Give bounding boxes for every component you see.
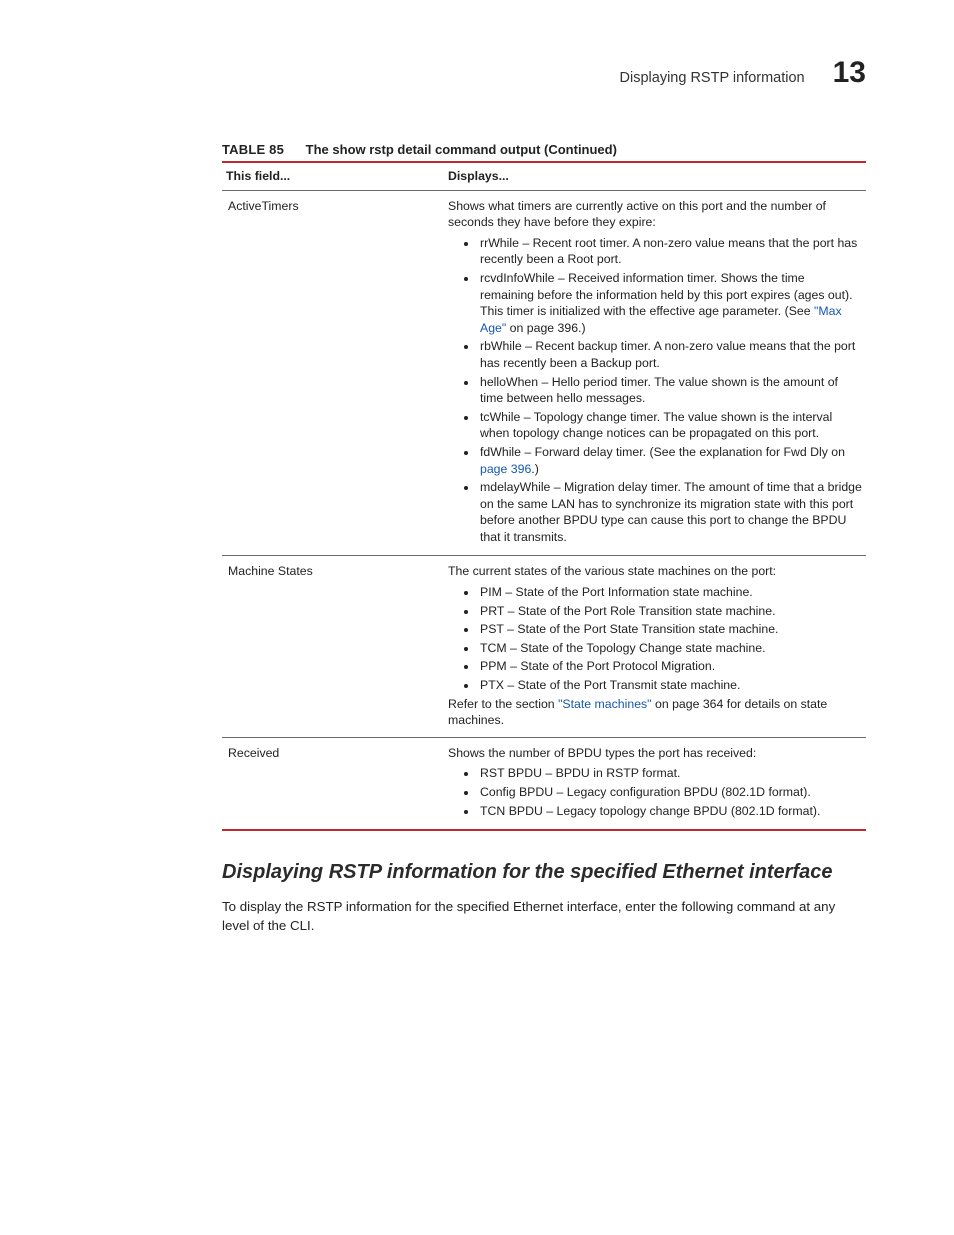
list-item: PRT – State of the Port Role Transition … — [478, 603, 862, 620]
list-item: PTX – State of the Port Transmit state m… — [478, 677, 862, 694]
table-number: TABLE 85 — [222, 142, 284, 157]
text: .) — [531, 462, 539, 476]
table-caption: TABLE 85 The show rstp detail command ou… — [222, 142, 866, 157]
table-row: Machine States The current states of the… — [222, 556, 866, 736]
cell-lead: Shows the number of BPDU types the port … — [448, 745, 862, 762]
list-item: helloWhen – Hello period timer. The valu… — [478, 374, 862, 407]
list-item: fdWhile – Forward delay timer. (See the … — [478, 444, 862, 477]
body-paragraph: To display the RSTP information for the … — [222, 898, 866, 936]
table-header-field: This field... — [222, 163, 444, 190]
cell-lead: The current states of the various state … — [448, 563, 862, 580]
bullet-list: PIM – State of the Port Information stat… — [448, 584, 862, 694]
list-item: rcvdInfoWhile – Received information tim… — [478, 270, 862, 336]
text: on page 396.) — [506, 321, 585, 335]
list-item: TCM – State of the Topology Change state… — [478, 640, 862, 657]
cell-tail: Refer to the section "State machines" on… — [448, 696, 862, 729]
running-header: Displaying RSTP information 13 — [222, 56, 866, 90]
table-bottom-rule — [222, 829, 866, 831]
cell-field: Received — [222, 738, 444, 829]
rstp-detail-table: This field... Displays... ActiveTimers S… — [222, 163, 866, 831]
bullet-list: rrWhile – Recent root timer. A non-zero … — [448, 235, 862, 546]
list-item: rbWhile – Recent backup timer. A non-zer… — [478, 338, 862, 371]
list-item: PST – State of the Port State Transition… — [478, 621, 862, 638]
list-item: tcWhile – Topology change timer. The val… — [478, 409, 862, 442]
list-item: Config BPDU – Legacy configuration BPDU … — [478, 784, 862, 801]
section-heading: Displaying RSTP information for the spec… — [222, 861, 866, 884]
xref-link[interactable]: "State machines" — [558, 697, 652, 711]
cell-lead: Shows what timers are currently active o… — [448, 198, 862, 231]
text: Refer to the section — [448, 697, 558, 711]
list-item: PPM – State of the Port Protocol Migrati… — [478, 658, 862, 675]
table-header-displays: Displays... — [444, 163, 866, 190]
table-header-row: This field... Displays... — [222, 163, 866, 190]
list-item: PIM – State of the Port Information stat… — [478, 584, 862, 601]
cell-displays: Shows the number of BPDU types the port … — [444, 738, 866, 829]
list-item: mdelayWhile – Migration delay timer. The… — [478, 479, 862, 545]
running-header-title: Displaying RSTP information — [620, 70, 805, 86]
table-row: Received Shows the number of BPDU types … — [222, 738, 866, 829]
cell-displays: The current states of the various state … — [444, 556, 866, 736]
list-item: rrWhile – Recent root timer. A non-zero … — [478, 235, 862, 268]
cell-field: Machine States — [222, 556, 444, 736]
text: fdWhile – Forward delay timer. (See the … — [480, 445, 845, 459]
cell-displays: Shows what timers are currently active o… — [444, 191, 866, 556]
list-item: RST BPDU – BPDU in RSTP format. — [478, 765, 862, 782]
running-header-chapter: 13 — [833, 56, 866, 90]
list-item: TCN BPDU – Legacy topology change BPDU (… — [478, 803, 862, 820]
table-row: ActiveTimers Shows what timers are curre… — [222, 191, 866, 556]
text: rcvdInfoWhile – Received information tim… — [480, 271, 853, 318]
table-title: The show rstp detail command output (Con… — [306, 142, 617, 157]
xref-link[interactable]: page 396 — [480, 462, 531, 476]
cell-field: ActiveTimers — [222, 191, 444, 556]
bullet-list: RST BPDU – BPDU in RSTP format. Config B… — [448, 765, 862, 819]
